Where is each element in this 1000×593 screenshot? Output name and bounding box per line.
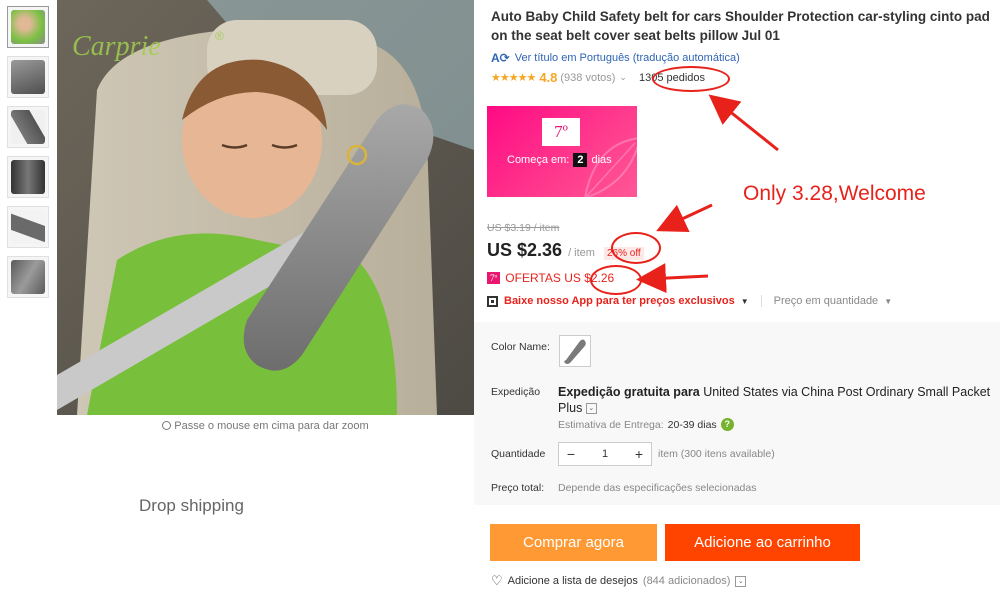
svg-text:®: ® [215,29,224,43]
annotation-text: Only 3.28,Welcome [743,182,926,205]
zoom-icon [162,421,172,430]
offer-annotation-circle [590,265,642,295]
thumbnail-1[interactable] [7,6,49,48]
caret-down-icon[interactable]: ▼ [741,297,749,306]
estimate-days: 20-39 dias [667,418,717,431]
thumbnail-3[interactable] [7,106,49,148]
quantity-stepper: − 1 + [558,442,652,466]
app-offer-row: Baixe nosso App para ter preços exclusiv… [487,295,892,307]
orders-annotation-circle [652,66,730,92]
plus-button[interactable]: + [627,446,651,462]
zoom-hint: Passe o mouse em cima para dar zoom [57,420,474,432]
delivery-estimate: Estimativa de Entrega: 20-39 dias ? [558,418,734,431]
rating-stars: ★★★★★ [491,72,536,84]
price-unit: / item [568,247,595,259]
color-swatch-grey[interactable] [559,335,591,367]
pillow-swatch-icon [564,339,586,364]
total-label: Preço total: [491,482,545,494]
watermark-logo: Carprie [72,31,161,62]
divider [760,295,762,307]
rating-votes[interactable]: (938 votos) [560,72,615,84]
zoom-hint-text: Passe o mouse em cima para dar zoom [174,420,369,432]
product-title: Auto Baby Child Safety belt for cars Sho… [491,9,990,43]
total-description: Depende das especificações selecionadas [558,482,757,494]
quantity-label: Quantidade [491,448,546,460]
minus-button[interactable]: − [559,446,583,462]
product-photo-illustration: Carprie ® [57,0,474,415]
thumbnail-6[interactable] [7,256,49,298]
add-to-cart-button[interactable]: Adicione ao carrinho [665,524,860,561]
product-page: Carprie ® Passe o mouse em cima para dar… [0,0,1000,593]
promo-starts-label: Começa em: [507,154,570,166]
wishlist-count: (844 adicionados) [642,575,731,587]
chevron-down-icon[interactable]: ⌄ [585,403,597,415]
stock-info: item (300 itens available) [658,448,775,460]
wishlist-row[interactable]: ♡ Adicione a lista de desejos (844 adici… [491,573,747,589]
buy-now-button[interactable]: Comprar agora [490,524,657,561]
quantity-input[interactable]: 1 [583,448,627,460]
translate-icon: A͏⟳ [491,51,510,65]
promo-banner[interactable]: 7º Começa em: 2 dias [487,106,637,197]
app-offer-link[interactable]: Baixe nosso App para ter preços exclusiv… [504,295,735,307]
thumbnail-strip [7,6,49,306]
translate-link-text: Ver título em Português (tradução automá… [514,52,740,64]
heart-plus-icon: ♡ [491,573,503,588]
color-label: Color Name: [491,341,550,353]
qr-code-icon [487,295,498,307]
estimate-label: Estimativa de Entrega: [558,418,664,431]
discount-annotation-circle [611,232,661,264]
chevron-down-icon[interactable]: ⌄ [735,575,747,587]
thumbnail-2[interactable] [7,56,49,98]
rating-value: 4.8 [539,70,558,85]
chevron-down-icon[interactable]: ⌄ [619,72,627,83]
product-info: Auto Baby Child Safety belt for cars Sho… [474,0,1000,593]
translate-link[interactable]: A͏⟳ Ver título em Português (tradução au… [491,51,740,65]
offer-badge: 7º [487,272,501,284]
drop-shipping-label: Drop shipping [139,496,244,515]
shipping-free-text: Expedição gratuita para [558,385,700,399]
caret-down-icon[interactable]: ▼ [884,297,892,306]
leaf-icon [584,137,637,197]
shipping-method[interactable]: Expedição gratuita para United States vi… [558,384,998,416]
thumbnail-5[interactable] [7,206,49,248]
main-product-image[interactable]: Carprie ® [57,0,474,415]
current-price: US $2.36 [487,240,563,260]
quantity-price-link[interactable]: Preço em quantidade [774,295,879,307]
shipping-label: Expedição [491,386,541,398]
help-icon[interactable]: ? [720,418,734,431]
original-price: US $3.19 / item [487,222,560,234]
wishlist-link[interactable]: Adicione a lista de desejos [508,575,638,587]
thumbnail-4[interactable] [7,156,49,198]
